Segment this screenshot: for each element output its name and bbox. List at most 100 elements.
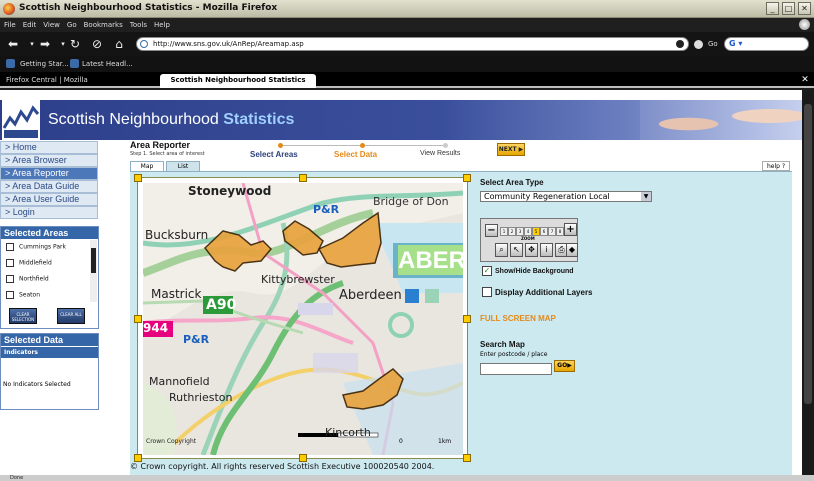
forward-icon[interactable]: ➡ — [36, 36, 54, 52]
reset-tool-icon[interactable]: ◆ — [566, 243, 578, 257]
zoom-level[interactable]: 8 — [556, 227, 564, 236]
zoom-tool-icon[interactable]: ⌕ — [495, 243, 508, 257]
area-item[interactable]: Cummings Park — [6, 243, 66, 251]
info-tool-icon[interactable]: i — [540, 243, 553, 257]
zoom-level[interactable]: 7 — [548, 227, 556, 236]
menu-view[interactable]: View — [39, 18, 63, 29]
search-engine-box[interactable]: G ▾ — [724, 37, 809, 51]
help-button[interactable]: help ? — [762, 161, 790, 171]
zoom-level-current[interactable]: 5 — [532, 227, 540, 236]
zoom-in-button[interactable]: + — [564, 223, 577, 236]
zoom-level[interactable]: 6 — [540, 227, 548, 236]
nav-area-browser[interactable]: > Area Browser — [0, 154, 98, 167]
map-canvas[interactable]: Stoneywood P&R Bridge of Don Bucksburn K… — [143, 183, 463, 455]
pan-s-handle[interactable] — [299, 454, 307, 462]
status-bar: Done — [0, 475, 814, 481]
area-type-select[interactable]: Community Regeneration Local ▼ — [480, 191, 652, 202]
tab-sns[interactable]: Scottish Neighbourhood Statistics — [160, 74, 316, 88]
url-dropdown-icon[interactable] — [676, 40, 684, 48]
pan-tool-icon[interactable]: ✥ — [525, 243, 538, 257]
close-tab-icon[interactable]: ✕ — [800, 75, 810, 85]
pan-nw-handle[interactable] — [134, 174, 142, 182]
menu-file[interactable]: File — [0, 18, 19, 29]
menu-edit[interactable]: Edit — [19, 18, 40, 29]
pan-w-handle[interactable] — [134, 315, 142, 323]
nav-login[interactable]: > Login — [0, 206, 98, 219]
search-go-button[interactable]: GO▶ — [554, 360, 575, 372]
tab-map[interactable]: Map — [130, 161, 164, 171]
zoom-level[interactable]: 2 — [508, 227, 516, 236]
map-label-bridge-of-don: Bridge of Don — [373, 195, 449, 208]
menu-tools[interactable]: Tools — [126, 18, 150, 29]
areas-scroll-thumb[interactable] — [91, 248, 96, 273]
copyright-notice: © Crown copyright. All rights reserved S… — [130, 462, 435, 471]
step-dot — [360, 143, 365, 148]
pan-n-handle[interactable] — [299, 174, 307, 182]
pan-sw-handle[interactable] — [134, 454, 142, 462]
area-checkbox[interactable] — [6, 259, 14, 267]
go-icon[interactable] — [694, 40, 703, 49]
bookmark-getting-started[interactable]: Getting Star... — [20, 60, 69, 68]
menu-go[interactable]: Go — [63, 18, 80, 29]
area-checkbox[interactable] — [6, 275, 14, 283]
reload-icon[interactable]: ↻ — [66, 36, 84, 52]
nav-area-user-guide[interactable]: > Area User Guide — [0, 193, 98, 206]
clear-all-button[interactable]: CLEAR ALL — [57, 308, 85, 324]
page-scrollbar[interactable] — [802, 90, 814, 475]
tab-firefox-central[interactable]: Firefox Central | Mozilla — [0, 74, 156, 88]
full-screen-map-link[interactable]: FULL SCREEN MAP — [480, 314, 556, 323]
scale-start: 0 — [399, 438, 403, 445]
window-title: Scottish Neighbourhood Statistics - Mozi… — [19, 3, 278, 13]
pan-e-handle[interactable] — [463, 315, 471, 323]
zoom-level[interactable]: 1 — [500, 227, 508, 236]
step-select-areas: Select Areas — [250, 150, 298, 159]
page-scroll-thumb[interactable] — [804, 104, 812, 404]
back-icon[interactable]: ⬅ — [4, 36, 22, 52]
menu-help[interactable]: Help — [150, 18, 173, 29]
zoom-out-button[interactable]: − — [485, 224, 498, 237]
minimize-button[interactable]: _ — [766, 2, 779, 15]
menu-bookmarks[interactable]: Bookmarks — [80, 18, 126, 29]
map-controls: Select Area Type Community Regeneration … — [480, 178, 780, 458]
area-item[interactable]: Northfield — [6, 275, 49, 283]
bookmark-latest-headlines[interactable]: Latest Headl... — [82, 60, 133, 68]
globe-icon — [140, 40, 148, 48]
area-item[interactable]: Middlefield — [6, 259, 52, 267]
map-frame: Stoneywood P&R Bridge of Don Bucksburn K… — [134, 174, 471, 462]
map-label-pr: P&R — [313, 203, 340, 216]
firefox-icon — [3, 3, 15, 15]
nav-home[interactable]: > Home — [0, 141, 98, 154]
map-graphic — [143, 183, 463, 455]
nav-area-reporter[interactable]: > Area Reporter — [0, 167, 98, 180]
site-title-bold: Statistics — [223, 111, 295, 128]
pan-se-handle[interactable] — [463, 454, 471, 462]
show-background-checkbox[interactable]: ✓ — [482, 266, 492, 276]
additional-layers-checkbox[interactable] — [482, 287, 492, 297]
tab-list[interactable]: List — [166, 161, 200, 171]
search-map-input[interactable] — [480, 363, 552, 375]
nav-area-data-guide[interactable]: > Area Data Guide — [0, 180, 98, 193]
pan-ne-handle[interactable] — [463, 174, 471, 182]
site-title: Scottish Neighbourhood Statistics — [48, 111, 294, 129]
stop-icon[interactable]: ⊘ — [88, 36, 106, 52]
go-label: GO — [557, 362, 568, 369]
areas-scrollbar[interactable] — [90, 240, 97, 302]
clear-selection-button[interactable]: CLEAR SELECTION — [9, 308, 37, 324]
map-label-kittybrewster: Kittybrewster — [261, 273, 335, 286]
area-checkbox[interactable] — [6, 291, 14, 299]
maximize-button[interactable]: □ — [782, 2, 795, 15]
close-window-button[interactable]: ✕ — [798, 2, 811, 15]
bookmark-icon — [6, 59, 15, 68]
zoom-level[interactable]: 3 — [516, 227, 524, 236]
area-checkbox[interactable] — [6, 243, 14, 251]
area-type-label: Select Area Type — [480, 178, 544, 187]
web-page: Scottish Neighbourhood Statistics > Home… — [0, 90, 802, 475]
zoom-level[interactable]: 4 — [524, 227, 532, 236]
pointer-tool-icon[interactable]: ↖ — [510, 243, 523, 257]
go-label[interactable]: Go — [708, 40, 718, 48]
home-icon[interactable]: ⌂ — [110, 36, 128, 52]
url-bar[interactable]: http://www.sns.gov.uk/AnRep/Areamap.asp — [136, 37, 689, 51]
area-item[interactable]: Seaton — [6, 291, 40, 299]
next-button[interactable]: NEXT ▶ — [497, 143, 525, 156]
chevron-down-icon[interactable]: ▼ — [641, 192, 651, 201]
